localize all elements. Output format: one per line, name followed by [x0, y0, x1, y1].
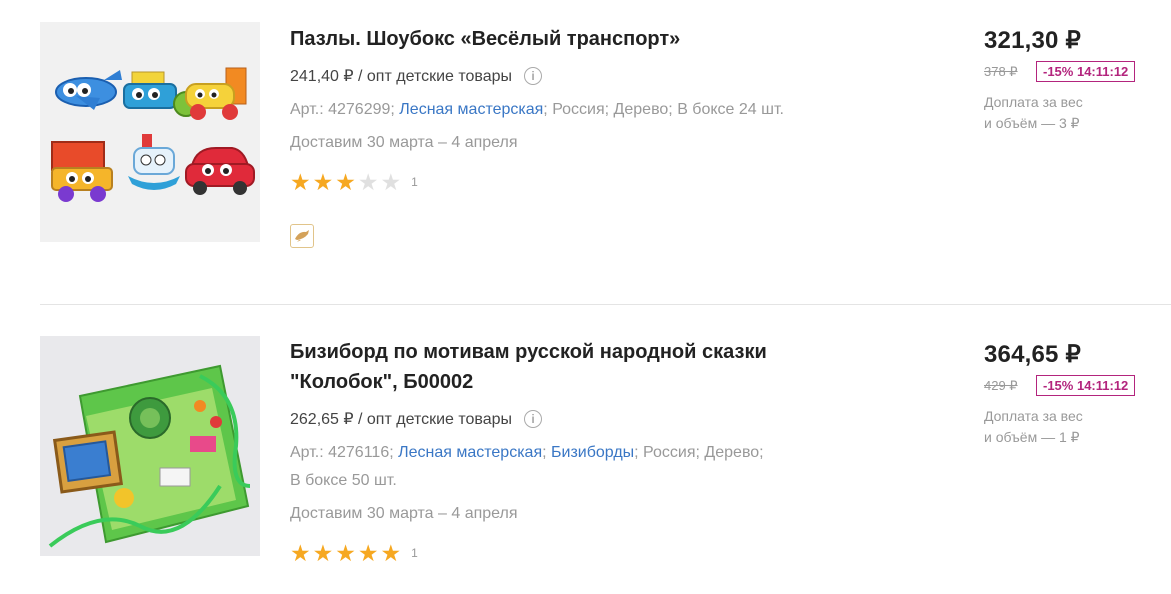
review-count[interactable]: 1	[411, 175, 418, 189]
meta-separator: ;	[542, 444, 547, 461]
product-meta: Арт.: 4276116; Лесная мастерская; Бизибо…	[290, 439, 910, 495]
wholesale-price: 262,65 ₽ / опт детские товары	[290, 411, 513, 428]
meta-tail: ; Россия; Дерево;	[634, 444, 764, 461]
category-link[interactable]: Бизиборды	[551, 444, 634, 461]
surcharge-note: Доплата за вес и объём — 3 ₽	[984, 92, 1164, 134]
rating: ★ ★ ★ ★ ★ 1	[290, 540, 910, 566]
delivery-dates: Доставим 30 марта – 4 апреля	[290, 505, 518, 522]
star-filled-icon: ★	[290, 169, 311, 195]
product-title[interactable]: Пазлы. Шоубокс «Весёлый транспорт»	[290, 24, 910, 54]
product-title[interactable]: Бизиборд по мотивам русской народной ска…	[290, 337, 910, 397]
surcharge-line: и объём — 3 ₽	[984, 115, 1080, 131]
surcharge-line: Доплата за вес	[984, 408, 1083, 424]
wholesale-price: 241,40 ₽ / опт детские товары	[290, 68, 513, 85]
price-block: 364,65 ₽ 429 ₽ -15% 14:11:12 Доплата за …	[984, 340, 1164, 448]
product-title-line: Бизиборд по мотивам русской народной ска…	[290, 341, 767, 363]
product-title-line: "Колобок", Б00002	[290, 371, 474, 393]
dolphin-icon[interactable]	[290, 224, 314, 248]
meta-tail: ; Россия; Дерево; В боксе 24 шт.	[543, 101, 784, 118]
star-filled-icon: ★	[290, 540, 311, 566]
old-price-row: 378 ₽ -15% 14:11:12	[984, 61, 1164, 82]
star-empty-icon: ★	[380, 169, 402, 195]
transport-puzzles-image	[51, 67, 255, 202]
star-filled-icon: ★	[357, 540, 379, 566]
star-filled-icon: ★	[312, 540, 334, 566]
product-list: Пазлы. Шоубокс «Весёлый транспорт» 241,4…	[0, 0, 1171, 594]
wholesale-price-row: 241,40 ₽ / опт детские товары i	[290, 66, 910, 86]
price-block: 321,30 ₽ 378 ₽ -15% 14:11:12 Доплата за …	[984, 26, 1164, 134]
article-number: Арт.: 4276116;	[290, 444, 394, 461]
meta-line: В боксе 50 шт.	[290, 472, 397, 489]
product-card: Бизиборд по мотивам русской народной ска…	[0, 305, 1171, 594]
old-price-row: 429 ₽ -15% 14:11:12	[984, 375, 1164, 396]
discount-badge: -15% 14:11:12	[1036, 61, 1136, 82]
surcharge-line: и объём — 1 ₽	[984, 429, 1080, 445]
brand-link[interactable]: Лесная мастерская	[399, 101, 543, 118]
busyboard-image	[48, 364, 251, 548]
old-price: 429 ₽	[984, 377, 1018, 393]
discount-badge: -15% 14:11:12	[1036, 375, 1136, 396]
product-info: Бизиборд по мотивам русской народной ска…	[290, 337, 910, 566]
surcharge-note: Доплата за вес и объём — 1 ₽	[984, 406, 1164, 448]
current-price: 321,30 ₽	[984, 27, 1081, 54]
star-filled-icon: ★	[380, 540, 402, 566]
surcharge-line: Доплата за вес	[984, 94, 1083, 110]
info-icon[interactable]: i	[524, 410, 543, 428]
product-meta: Арт.: 4276299; Лесная мастерская; Россия…	[290, 96, 910, 124]
star-empty-icon: ★	[357, 169, 379, 195]
star-filled-icon: ★	[335, 169, 356, 195]
wholesale-price-row: 262,65 ₽ / опт детские товары i	[290, 409, 910, 429]
current-price: 364,65 ₽	[984, 341, 1081, 368]
rating: ★ ★ ★ ★ ★ 1	[290, 169, 910, 195]
article-number: Арт.: 4276299;	[290, 101, 395, 118]
info-icon[interactable]: i	[524, 67, 543, 85]
product-image[interactable]	[40, 336, 260, 556]
product-image[interactable]	[40, 22, 260, 242]
product-info: Пазлы. Шоубокс «Весёлый транспорт» 241,4…	[290, 24, 910, 248]
review-count[interactable]: 1	[411, 546, 418, 560]
old-price: 378 ₽	[984, 63, 1018, 79]
product-card: Пазлы. Шоубокс «Весёлый транспорт» 241,4…	[0, 0, 1171, 305]
brand-link[interactable]: Лесная мастерская	[398, 444, 542, 461]
star-filled-icon: ★	[335, 540, 356, 566]
star-filled-icon: ★	[312, 169, 334, 195]
delivery-dates: Доставим 30 марта – 4 апреля	[290, 134, 518, 151]
